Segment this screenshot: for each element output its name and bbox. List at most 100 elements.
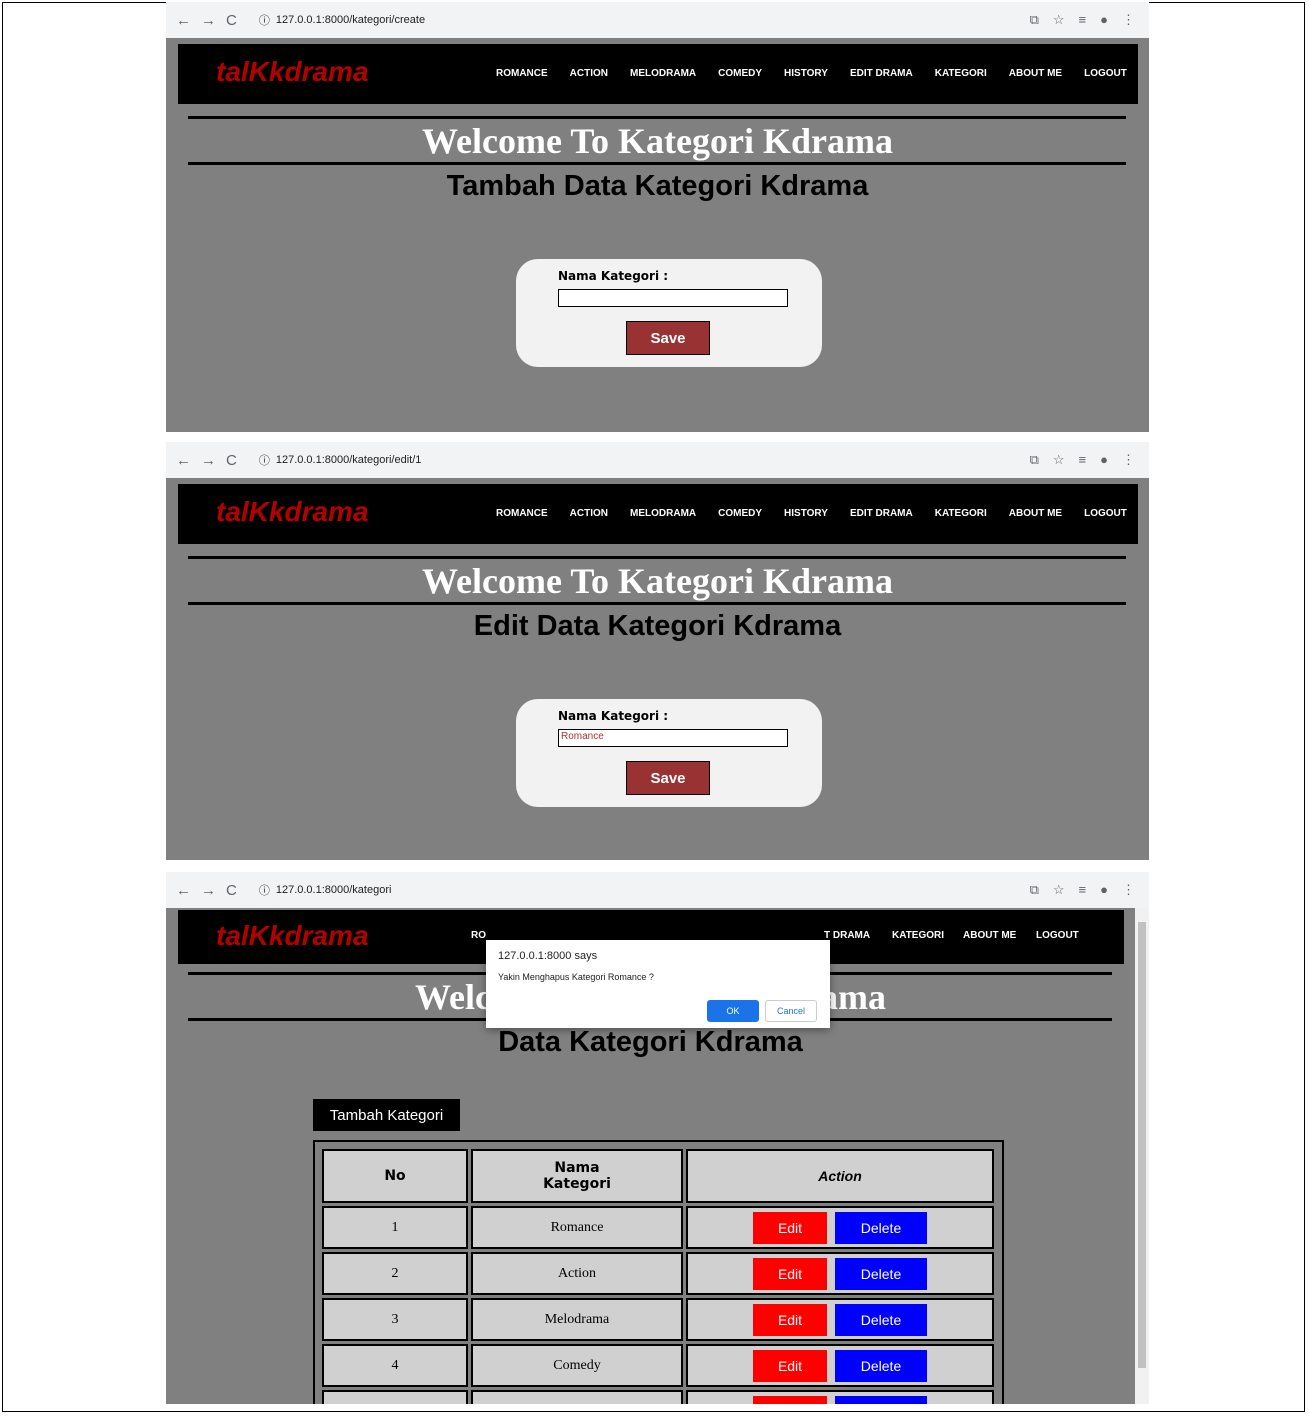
edit-button[interactable]: Edit	[753, 1349, 827, 1382]
save-button[interactable]: Save	[626, 761, 710, 795]
divider	[188, 602, 1126, 605]
menu-item[interactable]: LOGOUT	[1084, 68, 1127, 79]
url-text: 127.0.0.1:8000/kategori	[275, 884, 392, 896]
more-icon[interactable]: ⋮	[1122, 882, 1135, 898]
table-row: 4 Comedy Edit Delete	[322, 1344, 994, 1387]
avatar[interactable]: ●	[1100, 882, 1108, 898]
menu-item[interactable]: ROMANCE	[496, 508, 548, 519]
menu-item[interactable]: ABOUT ME	[1009, 508, 1062, 519]
menu-item[interactable]: COMEDY	[718, 508, 762, 519]
form-card: Nama Kategori : Romance Save	[516, 699, 822, 807]
menu-item[interactable]: ABOUT ME	[1009, 68, 1062, 79]
delete-button[interactable]: Delete	[835, 1303, 927, 1336]
logo[interactable]: talKkdrama	[216, 496, 369, 528]
edit-button[interactable]: Edit	[753, 1257, 827, 1290]
playlist-icon[interactable]: ≡	[1079, 452, 1087, 468]
playlist-icon[interactable]: ≡	[1079, 882, 1087, 898]
cell-no: 5	[322, 1390, 468, 1404]
form-card: Nama Kategori : Save	[516, 259, 822, 367]
nama-kategori-input[interactable]: Romance	[558, 729, 788, 747]
menu-item[interactable]: KATEGORI	[935, 68, 987, 79]
menu-item[interactable]: ACTION	[570, 508, 608, 519]
menu-item[interactable]: KATEGORI	[892, 930, 944, 941]
edit-button[interactable]: Edit	[753, 1211, 827, 1244]
cancel-button[interactable]: Cancel	[765, 1000, 817, 1022]
delete-button[interactable]: Delete	[835, 1395, 927, 1404]
more-icon[interactable]: ⋮	[1122, 12, 1135, 28]
menu-item[interactable]: EDIT DRAMA	[850, 68, 913, 79]
forward-icon[interactable]: →	[201, 882, 216, 899]
menu-item[interactable]: LOGOUT	[1036, 930, 1079, 941]
translate-icon[interactable]: ⧉	[1030, 12, 1039, 28]
star-icon[interactable]: ☆	[1053, 12, 1065, 28]
reload-icon[interactable]: C	[226, 882, 237, 899]
info-icon: ⓘ	[258, 455, 270, 467]
cell-name: Action	[471, 1252, 683, 1295]
menu-item[interactable]: MELODRAMA	[630, 68, 696, 79]
nama-kategori-input[interactable]	[558, 289, 788, 307]
menu-item[interactable]: ROMANCE	[496, 68, 548, 79]
menu-item[interactable]: KATEGORI	[935, 508, 987, 519]
menu-item[interactable]: RO	[471, 930, 486, 941]
edit-button[interactable]: Edit	[753, 1303, 827, 1336]
menu-item[interactable]: HISTORY	[784, 68, 828, 79]
tambah-kategori-button[interactable]: Tambah Kategori	[313, 1099, 460, 1131]
table-row: 3 Melodrama Edit Delete	[322, 1298, 994, 1341]
cell-action: EditDelete	[686, 1252, 994, 1295]
header-no: No	[322, 1149, 468, 1203]
logo[interactable]: talKkdrama	[216, 56, 369, 88]
table-row: 1 Romance Edit Delete	[322, 1206, 994, 1249]
translate-icon[interactable]: ⧉	[1030, 452, 1039, 468]
star-icon[interactable]: ☆	[1053, 452, 1065, 468]
more-icon[interactable]: ⋮	[1122, 452, 1135, 468]
menu-item[interactable]: T DRAMA	[824, 930, 870, 941]
form-title: Edit Data Kategori Kdrama	[473, 610, 842, 642]
delete-button[interactable]: Delete	[835, 1211, 927, 1244]
edit-button[interactable]: Edit	[753, 1395, 827, 1404]
field-label: Nama Kategori :	[558, 269, 669, 283]
logo[interactable]: talKkdrama	[216, 920, 369, 952]
back-icon[interactable]: ←	[176, 882, 191, 899]
avatar[interactable]: ●	[1100, 12, 1108, 28]
menu-item[interactable]: LOGOUT	[1084, 508, 1127, 519]
menu-item[interactable]: EDIT DRAMA	[850, 508, 913, 519]
forward-icon[interactable]: →	[201, 12, 216, 29]
confirm-dialog: 127.0.0.1:8000 says Yakin Menghapus Kate…	[486, 940, 830, 1028]
scrollbar-thumb[interactable]	[1138, 922, 1146, 1369]
delete-button[interactable]: Delete	[835, 1349, 927, 1382]
info-icon: ⓘ	[258, 885, 270, 897]
table-row: 2 Action Edit Delete	[322, 1252, 994, 1295]
cell-name: History	[471, 1390, 683, 1404]
cell-action: EditDelete	[686, 1344, 994, 1387]
menu-item[interactable]: MELODRAMA	[630, 508, 696, 519]
translate-icon[interactable]: ⧉	[1030, 882, 1039, 898]
cell-name: Comedy	[471, 1344, 683, 1387]
star-icon[interactable]: ☆	[1053, 882, 1065, 898]
screenshot-edit: ← → C ⓘ 127.0.0.1:8000/kategori/edit/1 ⧉ …	[166, 442, 1149, 860]
reload-icon[interactable]: C	[226, 452, 237, 469]
playlist-icon[interactable]: ≡	[1079, 12, 1087, 28]
ok-button[interactable]: OK	[707, 1000, 759, 1022]
back-icon[interactable]: ←	[176, 452, 191, 469]
page: talKkdrama ROMANCE ACTION MELODRAMA COME…	[166, 478, 1149, 860]
topnav: talKkdrama ROMANCE ACTION MELODRAMA COME…	[178, 484, 1138, 544]
back-icon[interactable]: ←	[176, 12, 191, 29]
address-bar[interactable]: ⓘ 127.0.0.1:8000/kategori	[250, 879, 400, 901]
page-title: Welcome To Kategori Kdrama	[422, 121, 893, 161]
menu: ROMANCE ACTION MELODRAMA COMEDY HISTORY …	[496, 508, 1127, 519]
save-button[interactable]: Save	[626, 321, 710, 355]
scrollbar[interactable]	[1135, 908, 1149, 1404]
address-bar[interactable]: ⓘ 127.0.0.1:8000/kategori/edit/1	[250, 449, 430, 471]
dialog-origin: 127.0.0.1:8000 says	[498, 950, 598, 962]
address-bar[interactable]: ⓘ 127.0.0.1:8000/kategori/create	[250, 9, 434, 31]
reload-icon[interactable]: C	[226, 12, 237, 29]
divider	[188, 162, 1126, 165]
menu-item[interactable]: HISTORY	[784, 508, 828, 519]
menu-item[interactable]: COMEDY	[718, 68, 762, 79]
delete-button[interactable]: Delete	[835, 1257, 927, 1290]
avatar[interactable]: ●	[1100, 452, 1108, 468]
topnav: talKkdrama ROMANCE ACTION MELODRAMA COME…	[178, 44, 1138, 104]
menu-item[interactable]: ABOUT ME	[963, 930, 1016, 941]
menu-item[interactable]: ACTION	[570, 68, 608, 79]
forward-icon[interactable]: →	[201, 452, 216, 469]
